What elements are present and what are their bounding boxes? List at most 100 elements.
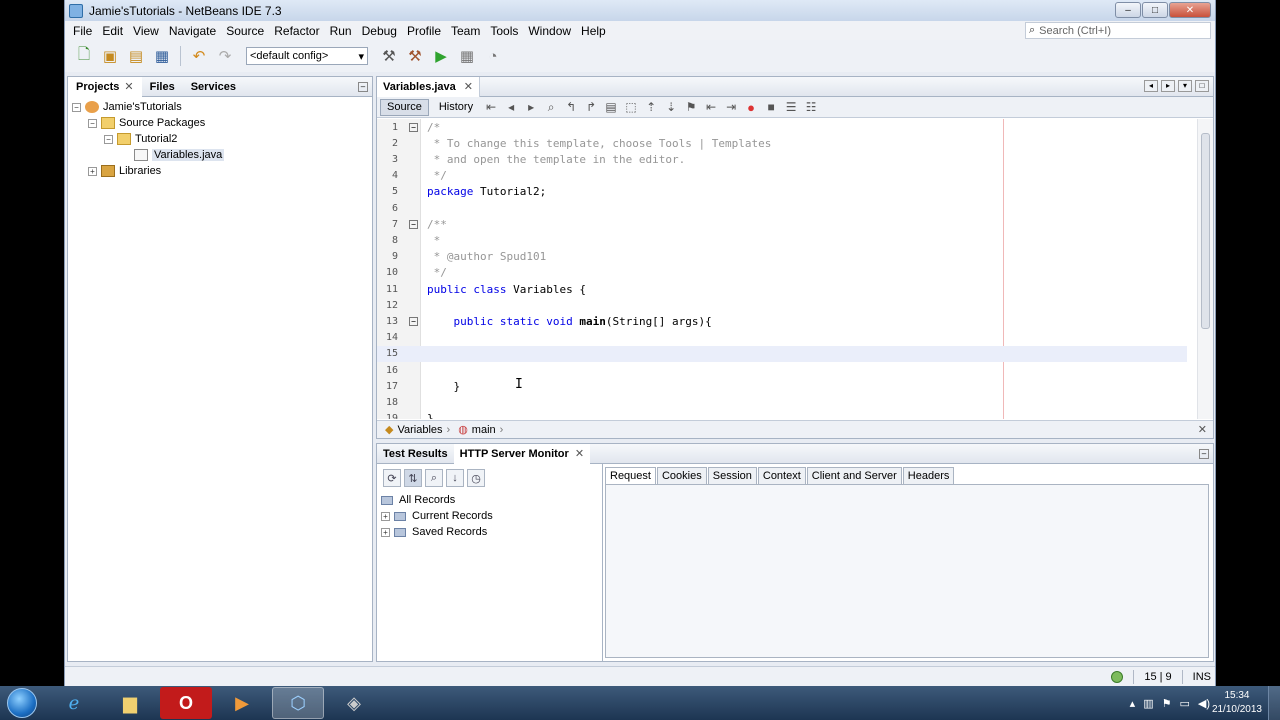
records-saved[interactable]: + Saved Records	[379, 524, 602, 540]
menu-source[interactable]: Source	[221, 24, 269, 38]
menu-help[interactable]: Help	[576, 24, 611, 38]
menu-navigate[interactable]: Navigate	[164, 24, 221, 38]
code-line[interactable]: 14	[377, 330, 1187, 346]
tab-headers[interactable]: Headers	[902, 467, 955, 484]
toggle-bookmark-icon[interactable]: ⚑	[683, 99, 699, 115]
scroll-tabs-left-icon[interactable]: ◂	[1144, 80, 1158, 92]
collapse-icon[interactable]: −	[88, 118, 97, 128]
new-project-icon[interactable]: ▣	[99, 45, 121, 67]
taskbar-clock[interactable]: 15:34 21/10/2013	[1212, 689, 1262, 717]
shift-right-icon[interactable]: ⇥	[723, 99, 739, 115]
profile-icon[interactable]: ◔	[482, 45, 504, 67]
tab-services[interactable]: Services	[183, 77, 244, 97]
close-window-button[interactable]: ✕	[1169, 2, 1211, 18]
tree-item-libraries[interactable]: + Libraries	[72, 163, 372, 179]
close-tab-icon[interactable]: ✕	[575, 447, 584, 460]
next-bookmark-icon[interactable]: ⇣	[663, 99, 679, 115]
code-line[interactable]: 1 −/*	[377, 119, 1187, 135]
run-icon[interactable]: ▶	[430, 45, 452, 67]
menu-file[interactable]: File	[68, 24, 97, 38]
redo-icon[interactable]: ↷	[214, 45, 236, 67]
notifications-icon[interactable]	[1111, 670, 1124, 683]
debug-icon[interactable]: ▦	[456, 45, 478, 67]
search-input[interactable]: ⌕ Search (Ctrl+I)	[1025, 22, 1211, 39]
show-desktop-button[interactable]	[1268, 686, 1280, 720]
menu-run[interactable]: Run	[325, 24, 357, 38]
scrollbar-thumb[interactable]	[1201, 133, 1210, 329]
tab-projects[interactable]: Projects ✕	[68, 76, 142, 97]
battery-icon[interactable]: ▭	[1179, 697, 1189, 710]
scroll-tabs-right-icon[interactable]: ▸	[1161, 80, 1175, 92]
minimize-panel-icon[interactable]: –	[1199, 448, 1209, 459]
stop-macro-recording-icon[interactable]: ■	[763, 99, 779, 115]
sort-desc-icon[interactable]: ↓	[446, 469, 464, 487]
forward-icon[interactable]: ▸	[523, 99, 539, 115]
tab-request[interactable]: Request	[605, 467, 656, 484]
tree-item-project[interactable]: − Jamie'sTutorials	[72, 99, 372, 115]
code-line[interactable]: 6	[377, 200, 1187, 216]
maximize-button[interactable]: □	[1142, 2, 1168, 18]
code-line[interactable]: 17 }	[377, 378, 1187, 394]
code-line[interactable]: 7 −/**	[377, 216, 1187, 232]
code-line[interactable]: 2 * To change this template, choose Tool…	[377, 135, 1187, 151]
expand-icon[interactable]: +	[88, 166, 97, 176]
menu-tools[interactable]: Tools	[485, 24, 523, 38]
code-area[interactable]: 1−/* 2 * To change this template, choose …	[377, 119, 1213, 419]
internet-explorer-icon[interactable]: ℯ	[48, 687, 100, 719]
back-icon[interactable]: ◂	[503, 99, 519, 115]
menu-view[interactable]: View	[128, 24, 164, 38]
media-player-icon[interactable]: ▶	[216, 687, 268, 719]
menu-refactor[interactable]: Refactor	[269, 24, 324, 38]
tab-variables-java[interactable]: Variables.java ✕	[377, 76, 480, 97]
code-line[interactable]: 19}	[377, 411, 1187, 419]
maximize-editor-icon[interactable]: □	[1195, 80, 1209, 92]
code-line[interactable]: 10 */	[377, 265, 1187, 281]
code-line[interactable]: 3 * and open the template in the editor.	[377, 151, 1187, 167]
tree-item-package[interactable]: − Tutorial2	[72, 131, 372, 147]
start-button[interactable]	[0, 686, 44, 720]
new-file-icon[interactable]: 🗋	[73, 45, 95, 67]
action-center-icon[interactable]: ⚑	[1162, 697, 1172, 710]
expand-icon[interactable]: +	[381, 511, 390, 521]
tab-session[interactable]: Session	[707, 467, 757, 484]
collapse-icon[interactable]: −	[104, 134, 113, 144]
tab-cookies[interactable]: Cookies	[656, 467, 707, 484]
show-opened-documents-icon[interactable]: ▾	[1178, 80, 1192, 92]
timestamp-icon[interactable]: ◷	[467, 469, 485, 487]
shift-left-icon[interactable]: ⇤	[703, 99, 719, 115]
expand-icon[interactable]: +	[381, 527, 390, 537]
tab-http-server-monitor[interactable]: HTTP Server Monitor ✕	[453, 443, 591, 464]
comment-icon[interactable]: ☰	[783, 99, 799, 115]
history-view-button[interactable]: History	[433, 99, 479, 116]
code-line[interactable]: 8 *	[377, 232, 1187, 248]
tab-test-results[interactable]: Test Results	[377, 444, 454, 464]
menu-debug[interactable]: Debug	[357, 24, 402, 38]
fold-toggle-icon[interactable]: −	[409, 122, 418, 132]
source-view-button[interactable]: Source	[380, 98, 429, 116]
code-line[interactable]: 11 public class Variables {	[377, 281, 1187, 297]
minimize-button[interactable]: –	[1115, 2, 1141, 18]
code-line[interactable]: 13 − public static void main(String[] arg…	[377, 313, 1187, 329]
menu-window[interactable]: Window	[523, 24, 576, 38]
fold-toggle-icon[interactable]: −	[409, 219, 418, 229]
code-line[interactable]: 5 package Tutorial2;	[377, 184, 1187, 200]
close-navigator-icon[interactable]: ✕	[1198, 423, 1207, 436]
records-current[interactable]: + Current Records	[379, 508, 602, 524]
toggle-rectangular-selection-icon[interactable]: ⬚	[623, 99, 639, 115]
netbeans-taskbar-icon[interactable]: ⬡	[272, 687, 324, 719]
tab-client-and-server[interactable]: Client and Server	[806, 467, 902, 484]
uncomment-icon[interactable]: ☷	[803, 99, 819, 115]
config-select[interactable]: <default config> ▾	[246, 47, 368, 65]
title-bar[interactable]: Jamie'sTutorials - NetBeans IDE 7.3 – □ …	[65, 0, 1215, 21]
breadcrumb-class[interactable]: ◆ Variables ›	[385, 423, 450, 437]
previous-bookmark-icon[interactable]: ⇡	[643, 99, 659, 115]
file-explorer-icon[interactable]: ▆	[104, 687, 156, 719]
tab-context[interactable]: Context	[757, 467, 806, 484]
code-line[interactable]: 12	[377, 297, 1187, 313]
find-next-icon[interactable]: ↱	[583, 99, 599, 115]
open-project-icon[interactable]: ▤	[125, 45, 147, 67]
collapse-icon[interactable]: −	[72, 102, 81, 112]
close-tab-icon[interactable]: ✕	[464, 80, 473, 93]
last-edit-icon[interactable]: ⇤	[483, 99, 499, 115]
code-line[interactable]: 18	[377, 394, 1187, 410]
